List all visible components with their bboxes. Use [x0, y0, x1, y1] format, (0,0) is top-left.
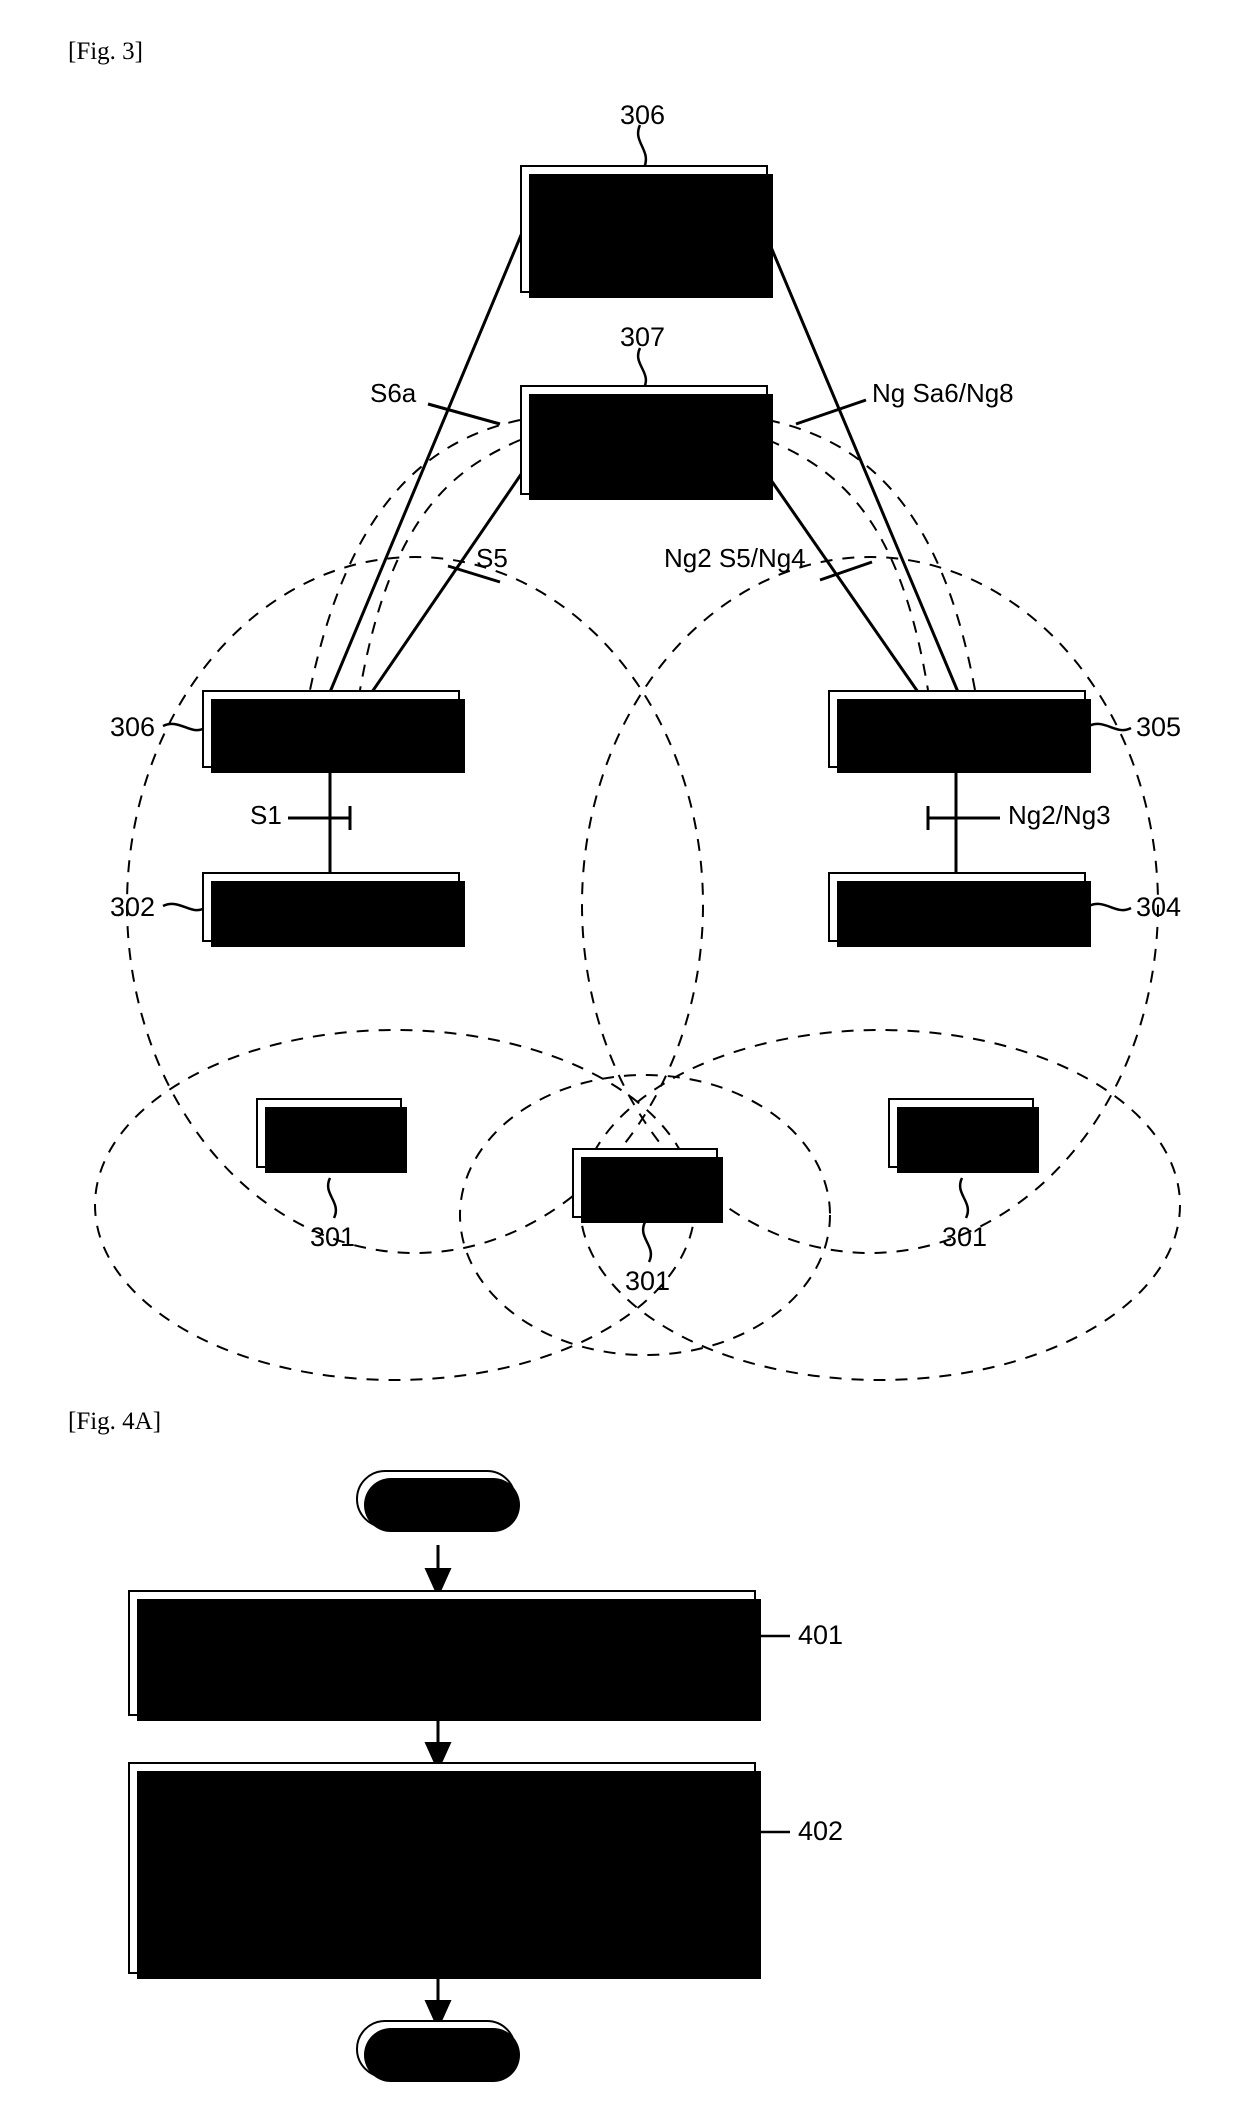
flow-end-terminator[interactable]: End: [356, 2020, 520, 2082]
ref-402: 402: [798, 1816, 844, 1846]
flow-start-label: Start: [407, 1483, 465, 1514]
ref-304-ngran: 304: [1136, 892, 1182, 922]
flow-start-terminator[interactable]: Start: [356, 1470, 520, 1532]
node-ng-core[interactable]: NG Core: [828, 690, 1091, 773]
ref-302-eutran: 302: [110, 892, 156, 922]
interface-label-s6a: S6a: [370, 378, 417, 408]
interface-label-ng2-ng3: Ng2/Ng3: [1008, 800, 1111, 830]
node-eutran[interactable]: EUTRAN: [202, 872, 465, 947]
ref-301-ue-right: 301: [942, 1222, 988, 1252]
node-label: NG RAN: [900, 890, 1014, 923]
interface-label-ng2-s5-ng4: Ng2 S5/Ng4: [664, 543, 806, 573]
ref-306-top: 306: [620, 100, 666, 130]
interface-label-s5: S5: [476, 543, 508, 573]
flow-step-label: Transmitting, by first node, at least on…: [171, 1804, 713, 1930]
ref-401: 401: [798, 1620, 844, 1650]
node-public-user-plane-data-endpoint[interactable]: Public user plane data endpoint: [520, 385, 773, 500]
node-label: Public user plane data endpoint: [579, 392, 709, 486]
interface-label-ng-sa6-ng8: Ng Sa6/Ng8: [872, 378, 1014, 408]
ref-306-epc: 306: [110, 712, 156, 742]
node-label: UE: [624, 1166, 666, 1199]
node-epc[interactable]: EPC: [202, 690, 465, 773]
node-ng-ran[interactable]: NG RAN: [828, 872, 1091, 947]
node-label: UE: [308, 1116, 350, 1149]
node-label: EUTRAN: [271, 890, 391, 923]
flow-step-401[interactable]: Determining, by first node, whether a pr…: [128, 1590, 761, 1721]
flow-end-label: End: [411, 2033, 461, 2064]
flow-step-402[interactable]: Transmitting, by first node, at least on…: [128, 1762, 761, 1979]
node-ue-left[interactable]: UE: [256, 1098, 407, 1173]
node-label: Public user information management node: [535, 181, 753, 275]
ref-305-ngcore: 305: [1136, 712, 1182, 742]
node-label: EPC: [301, 712, 361, 745]
node-label: UE: [940, 1116, 982, 1149]
ref-301-ue-center: 301: [625, 1266, 671, 1296]
node-ue-center[interactable]: UE: [572, 1148, 723, 1223]
ref-301-ue-left: 301: [310, 1222, 356, 1252]
ref-307: 307: [620, 322, 666, 352]
node-ue-right[interactable]: UE: [888, 1098, 1039, 1173]
node-label: NG Core: [899, 712, 1015, 745]
node-public-user-information-management[interactable]: Public user information management node: [520, 165, 773, 298]
flow-step-label: Determining, by first node, whether a pr…: [229, 1621, 655, 1683]
interface-label-s1: S1: [250, 800, 282, 830]
